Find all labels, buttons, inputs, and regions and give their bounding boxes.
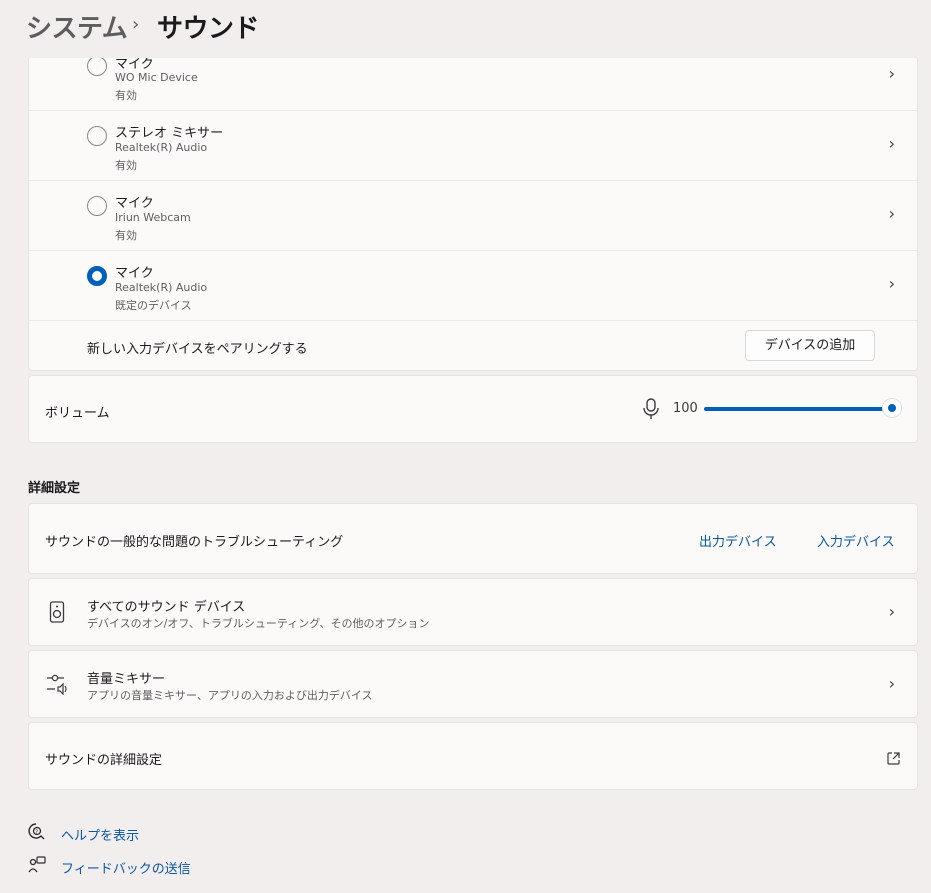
volume-slider-thumb[interactable]	[882, 398, 902, 418]
chevron-right-icon: ›	[888, 674, 895, 693]
device-radio[interactable]	[87, 56, 107, 76]
speaker-icon	[49, 601, 65, 623]
device-name: マイク	[115, 196, 154, 211]
device-radio-selected[interactable]	[87, 266, 107, 286]
all-sound-devices-row[interactable]: すべてのサウンド デバイス デバイスのオン/オフ、トラブルシューティング、その他…	[28, 578, 918, 646]
device-status: 有効	[115, 229, 137, 242]
device-radio[interactable]	[87, 126, 107, 146]
device-driver: Iriun Webcam	[115, 211, 191, 224]
page-header: システム › サウンド	[0, 0, 931, 58]
mixer-title: 音量ミキサー	[87, 672, 166, 687]
volume-label: ボリューム	[45, 406, 110, 421]
device-name: マイク	[115, 266, 154, 281]
chevron-right-icon: ›	[888, 64, 895, 83]
external-link-icon	[887, 750, 900, 765]
device-name: ステレオ ミキサー	[115, 126, 224, 141]
pair-device-label: 新しい入力デバイスをペアリングする	[87, 342, 308, 357]
input-devices-card: マイク WO Mic Device 有効 › ステレオ ミキサー Realtek…	[28, 30, 918, 371]
chevron-right-icon: ›	[888, 204, 895, 223]
help-icon: ?	[28, 823, 46, 841]
all-devices-title: すべてのサウンド デバイス	[87, 600, 246, 615]
feedback-link[interactable]: フィードバックの送信	[61, 858, 191, 877]
device-radio[interactable]	[87, 196, 107, 216]
chevron-right-icon: ›	[888, 602, 895, 621]
breadcrumb-parent[interactable]: システム	[26, 8, 128, 45]
troubleshoot-card: サウンドの一般的な問題のトラブルシューティング 出力デバイス 入力デバイス	[28, 503, 918, 574]
svg-text:?: ?	[35, 829, 38, 836]
breadcrumb-separator-icon: ›	[132, 14, 139, 35]
volume-value: 100	[673, 401, 698, 416]
device-driver: Realtek(R) Audio	[115, 281, 208, 294]
device-status: 既定のデバイス	[115, 299, 192, 312]
chevron-right-icon: ›	[888, 134, 895, 153]
device-status: 有効	[115, 159, 137, 172]
device-row-iriun[interactable]: マイク Iriun Webcam 有効 ›	[29, 181, 917, 250]
device-row-realtek-mic[interactable]: マイク Realtek(R) Audio 既定のデバイス ›	[29, 251, 917, 320]
volume-mixer-row[interactable]: 音量ミキサー アプリの音量ミキサー、アプリの入力および出力デバイス ›	[28, 650, 918, 718]
mixer-subtitle: アプリの音量ミキサー、アプリの入力および出力デバイス	[87, 689, 373, 702]
more-sound-settings-row[interactable]: サウンドの詳細設定	[28, 722, 918, 790]
add-device-button[interactable]: デバイスの追加	[745, 330, 875, 361]
microphone-icon	[641, 398, 661, 420]
device-driver: WO Mic Device	[115, 71, 198, 84]
feedback-icon	[28, 856, 46, 874]
help-link[interactable]: ヘルプを表示	[61, 825, 139, 844]
volume-slider-track[interactable]	[704, 407, 890, 411]
troubleshoot-output-link[interactable]: 出力デバイス	[699, 531, 777, 550]
more-sound-settings-label: サウンドの詳細設定	[45, 753, 163, 768]
pair-device-row: 新しい入力デバイスをペアリングする デバイスの追加	[29, 321, 917, 371]
mixer-icon	[46, 673, 70, 696]
all-devices-subtitle: デバイスのオン/オフ、トラブルシューティング、その他のオプション	[87, 617, 430, 630]
page-title: サウンド	[157, 14, 260, 44]
device-row-stereo-mixer[interactable]: ステレオ ミキサー Realtek(R) Audio 有効 ›	[29, 111, 917, 180]
troubleshoot-label: サウンドの一般的な問題のトラブルシューティング	[45, 535, 344, 550]
device-driver: Realtek(R) Audio	[115, 141, 208, 154]
advanced-section-title: 詳細設定	[28, 481, 81, 496]
chevron-right-icon: ›	[888, 274, 895, 293]
troubleshoot-input-link[interactable]: 入力デバイス	[817, 531, 895, 550]
device-status: 有効	[115, 89, 137, 102]
